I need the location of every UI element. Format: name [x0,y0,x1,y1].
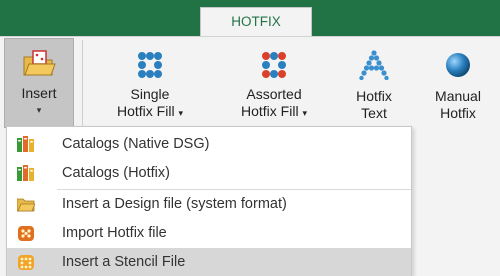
single-fill-label-1: Single [130,86,170,102]
menu-item-catalogs-hotfix[interactable]: Catalogs (Hotfix) [7,159,411,188]
assorted-fill-dropdown-arrow: ▾ [302,108,307,118]
insert-button[interactable]: Insert ▾ [4,38,74,128]
manual-hotfix-button[interactable]: Manual Hotfix [418,38,498,130]
manual-hotfix-icon [446,53,470,77]
assorted-hotfix-fill-button[interactable]: Assorted Hotfix Fill ▾ [222,38,326,130]
manual-hotfix-label-2: Hotfix [440,105,476,121]
assorted-fill-icon [262,52,286,78]
hotfix-text-button[interactable]: Hotfix Text [338,38,410,130]
folder-icon [17,198,35,212]
insert-dropdown-menu: Catalogs (Native DSG) Catalogs (Hotfix) … [6,126,412,276]
catalog-icon [17,136,34,152]
menu-item-label: Insert a Stencil File [62,254,186,270]
hotfix-window: HOTFIX Insert ▾ Single Hotfix Fill ▾ Ass… [0,0,500,276]
menu-item-label: Import Hotfix file [62,225,167,241]
menu-item-label: Catalogs (Hotfix) [62,165,170,181]
hotfix-text-icon [359,50,389,80]
tab-hotfix[interactable]: HOTFIX [200,7,312,36]
single-fill-dropdown-arrow: ▾ [178,108,183,118]
single-hotfix-fill-button[interactable]: Single Hotfix Fill ▾ [102,38,198,130]
hotfix-file-icon [18,226,34,241]
manual-hotfix-label-1: Manual [435,88,481,104]
insert-folder-icon [23,50,56,76]
hotfix-text-label-1: Hotfix [356,88,392,104]
menu-item-label: Insert a Design file (system format) [62,196,287,212]
insert-dropdown-arrow: ▾ [36,105,42,115]
assorted-fill-label-2: Hotfix Fill ▾ [222,103,326,122]
single-fill-icon [138,52,162,78]
single-fill-label-2: Hotfix Fill ▾ [102,103,198,122]
ribbon-separator [82,40,83,130]
menu-item-label: Catalogs (Native DSG) [62,136,210,152]
catalog-icon [17,165,34,181]
menu-item-catalogs-native[interactable]: Catalogs (Native DSG) [7,130,411,159]
insert-label: Insert [21,85,57,101]
menu-item-insert-design-file[interactable]: Insert a Design file (system format) [7,190,411,219]
menu-item-import-hotfix-file[interactable]: Import Hotfix file [7,219,411,248]
assorted-fill-label-1: Assorted [246,86,302,102]
stencil-icon [18,255,34,270]
assorted-fill-label-2-text: Hotfix Fill [241,103,299,119]
single-fill-label-2-text: Hotfix Fill [117,103,175,119]
hotfix-text-label-2: Text [361,105,387,121]
menu-item-insert-stencil-file[interactable]: Insert a Stencil File [7,248,411,276]
